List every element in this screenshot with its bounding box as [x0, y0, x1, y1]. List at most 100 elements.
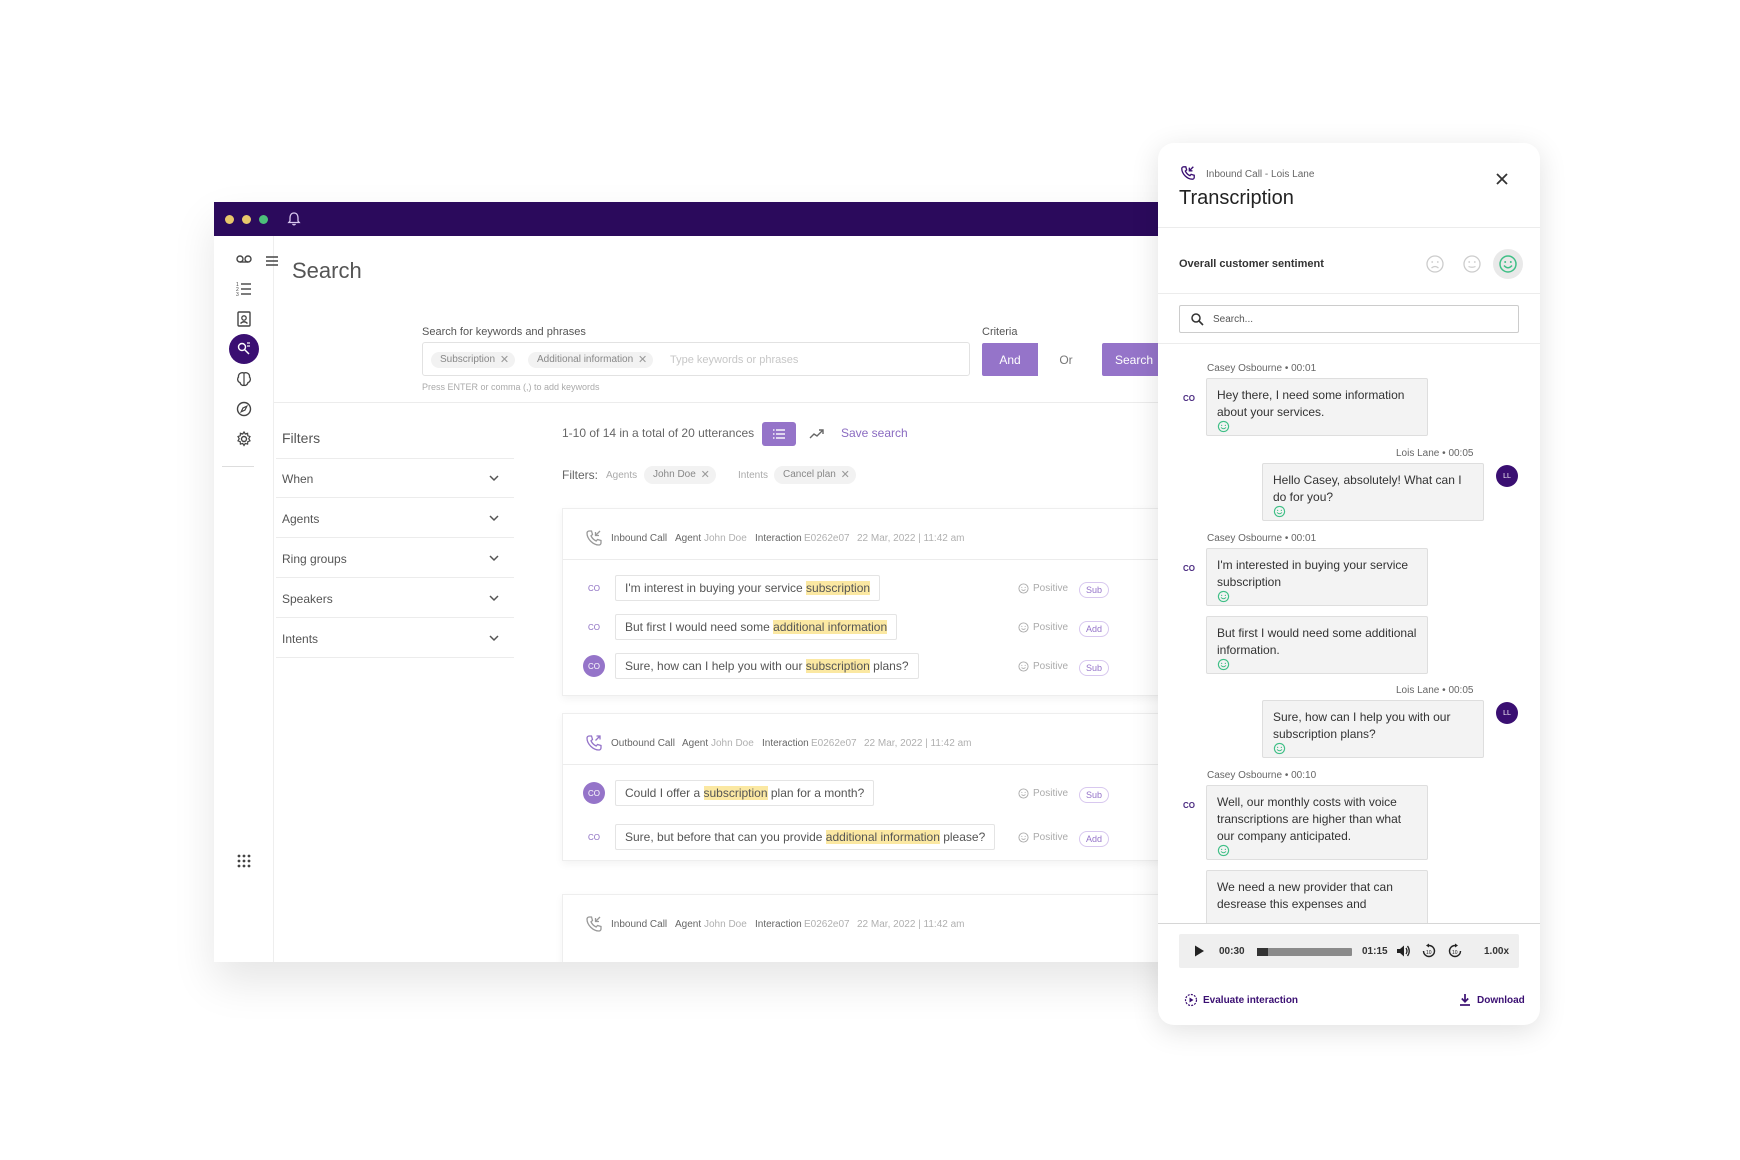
- happy-face-icon: [1273, 505, 1286, 518]
- remove-filter-icon[interactable]: ✕: [701, 466, 710, 484]
- intent-tag[interactable]: Sub: [1079, 787, 1109, 803]
- chevron-down-icon: [489, 595, 499, 602]
- close-icon[interactable]: [1494, 171, 1510, 187]
- rewind-icon[interactable]: 10: [1421, 943, 1437, 959]
- svg-text:10: 10: [1452, 950, 1458, 956]
- interaction-id[interactable]: E0262e07: [804, 533, 850, 544]
- avatar: CO: [588, 832, 600, 842]
- compass-icon[interactable]: [229, 394, 259, 424]
- agent-name: John Doe: [711, 738, 754, 749]
- page-title: Search: [292, 258, 362, 283]
- active-filter-chip[interactable]: John Doe ✕: [644, 466, 716, 484]
- utterance[interactable]: Sure, but before that can you provide ad…: [615, 824, 996, 850]
- current-time: 00:30: [1219, 946, 1245, 957]
- rail-divider: [222, 466, 254, 467]
- happy-face-icon: [1217, 590, 1230, 603]
- filter-intents[interactable]: Intents: [276, 618, 514, 658]
- divider: [1158, 923, 1540, 924]
- avatar: CO: [583, 655, 605, 677]
- utterance[interactable]: Could I offer a subscription plan for a …: [615, 780, 875, 806]
- keyword-search-input[interactable]: Subscription ✕ Additional information ✕ Ty…: [422, 342, 970, 376]
- svg-text:10: 10: [1426, 950, 1432, 956]
- criteria-and-button[interactable]: And: [982, 343, 1038, 376]
- search-placeholder: Type keywords or phrases: [670, 354, 799, 366]
- keyword-chip[interactable]: Subscription ✕: [431, 352, 516, 368]
- divider: [1158, 293, 1540, 294]
- svg-text:3: 3: [236, 292, 239, 298]
- window-dot-maximize[interactable]: [259, 215, 268, 224]
- utterance[interactable]: But first I would need some additional i…: [615, 614, 898, 640]
- message-bubble: Hello Casey, absolutely! What can I do f…: [1262, 463, 1484, 521]
- utterance[interactable]: Sure, how can I help you with our subscr…: [615, 653, 919, 679]
- message-bubble: Well, our monthly costs with voice trans…: [1206, 785, 1428, 860]
- message-bubble: Sure, how can I help you with our subscr…: [1262, 700, 1484, 758]
- interaction-card[interactable]: Inbound Call Agent John Doe Interaction …: [562, 508, 1214, 696]
- intent-tag[interactable]: Sub: [1079, 660, 1109, 676]
- speech-analytics-icon[interactable]: [229, 334, 259, 364]
- avatar: LL: [1496, 702, 1518, 724]
- voicemail-icon[interactable]: [229, 244, 259, 274]
- list-view-button[interactable]: [762, 422, 796, 446]
- message-bubble: Hey there, I need some information about…: [1206, 378, 1428, 436]
- message-meta: Casey Osbourne • 00:01: [1207, 533, 1317, 544]
- avatar: CO: [1183, 563, 1195, 573]
- remove-chip-icon[interactable]: ✕: [638, 352, 647, 368]
- transcript-list[interactable]: Casey Osbourne • 00:01 CO Hey there, I n…: [1158, 353, 1540, 923]
- save-search-link[interactable]: Save search: [841, 426, 908, 440]
- stage: 123 Search Search for keywords and phras…: [0, 0, 1740, 1160]
- remove-chip-icon[interactable]: ✕: [500, 352, 509, 368]
- volume-icon[interactable]: [1395, 943, 1411, 959]
- filter-ring-groups[interactable]: Ring groups: [276, 538, 514, 578]
- evaluate-interaction-link[interactable]: Evaluate interaction: [1184, 993, 1298, 1007]
- forward-icon[interactable]: 10: [1447, 943, 1463, 959]
- bell-icon[interactable]: [286, 211, 302, 227]
- chart-view-button[interactable]: [802, 422, 832, 446]
- contacts-icon[interactable]: [229, 304, 259, 334]
- list-numbered-icon[interactable]: 123: [229, 274, 259, 304]
- play-icon[interactable]: [1192, 944, 1206, 958]
- divider: [274, 402, 1214, 403]
- apps-grid-icon[interactable]: [229, 846, 259, 876]
- remove-filter-icon[interactable]: ✕: [841, 466, 850, 484]
- criteria-label: Criteria: [982, 326, 1018, 338]
- progress-slider[interactable]: [1257, 948, 1352, 956]
- window-dot-close[interactable]: [225, 215, 234, 224]
- filter-when[interactable]: When: [276, 458, 514, 498]
- keyword-highlight: additional information: [825, 830, 940, 844]
- intent-tag[interactable]: Sub: [1079, 582, 1109, 598]
- intent-tag[interactable]: Add: [1079, 621, 1109, 637]
- hamburger-menu-icon[interactable]: [264, 254, 280, 268]
- active-filter-chip[interactable]: Cancel plan ✕: [774, 466, 856, 484]
- window-dot-minimize[interactable]: [242, 215, 251, 224]
- sad-face-icon: [1420, 249, 1450, 279]
- smile-icon: [1018, 622, 1029, 633]
- avatar: CO: [583, 782, 605, 804]
- interaction-card[interactable]: Inbound Call Agent John Doe Interaction …: [562, 894, 1214, 962]
- filter-speakers[interactable]: Speakers: [276, 578, 514, 618]
- transcript-search-input[interactable]: Search...: [1179, 305, 1519, 333]
- call-date: 22 Mar, 2022 | 11:42 am: [864, 738, 972, 749]
- interaction-card[interactable]: Outbound Call Agent John Doe Interaction…: [562, 713, 1214, 861]
- agent-label: Agent: [675, 533, 702, 544]
- interaction-id[interactable]: E0262e07: [811, 738, 857, 749]
- smile-icon: [1018, 661, 1029, 672]
- brain-icon[interactable]: [229, 364, 259, 394]
- filter-agents[interactable]: Agents: [276, 498, 514, 538]
- evaluate-icon: [1184, 993, 1198, 1007]
- intent-tag[interactable]: Add: [1079, 831, 1109, 847]
- keyword-highlight: subscription: [806, 581, 871, 595]
- utterance[interactable]: I'm interest in buying your service subs…: [615, 575, 881, 601]
- gear-icon[interactable]: [229, 424, 259, 454]
- happy-face-icon: [1217, 658, 1230, 671]
- sentiment-label: Positive: [1018, 583, 1068, 594]
- keyword-chip[interactable]: Additional information ✕: [528, 352, 654, 368]
- happy-face-icon: [1217, 420, 1230, 433]
- sentiment-label: Overall customer sentiment: [1179, 258, 1324, 270]
- results-count: 1-10 of 14 in a total of 20 utterances: [562, 426, 755, 440]
- divider: [563, 764, 1214, 765]
- playback-speed[interactable]: 1.00x: [1484, 946, 1509, 957]
- interaction-id[interactable]: E0262e07: [804, 919, 850, 930]
- panel-subtitle: Inbound Call - Lois Lane: [1206, 169, 1315, 180]
- download-link[interactable]: Download: [1458, 993, 1525, 1007]
- criteria-or-button[interactable]: Or: [1038, 343, 1094, 376]
